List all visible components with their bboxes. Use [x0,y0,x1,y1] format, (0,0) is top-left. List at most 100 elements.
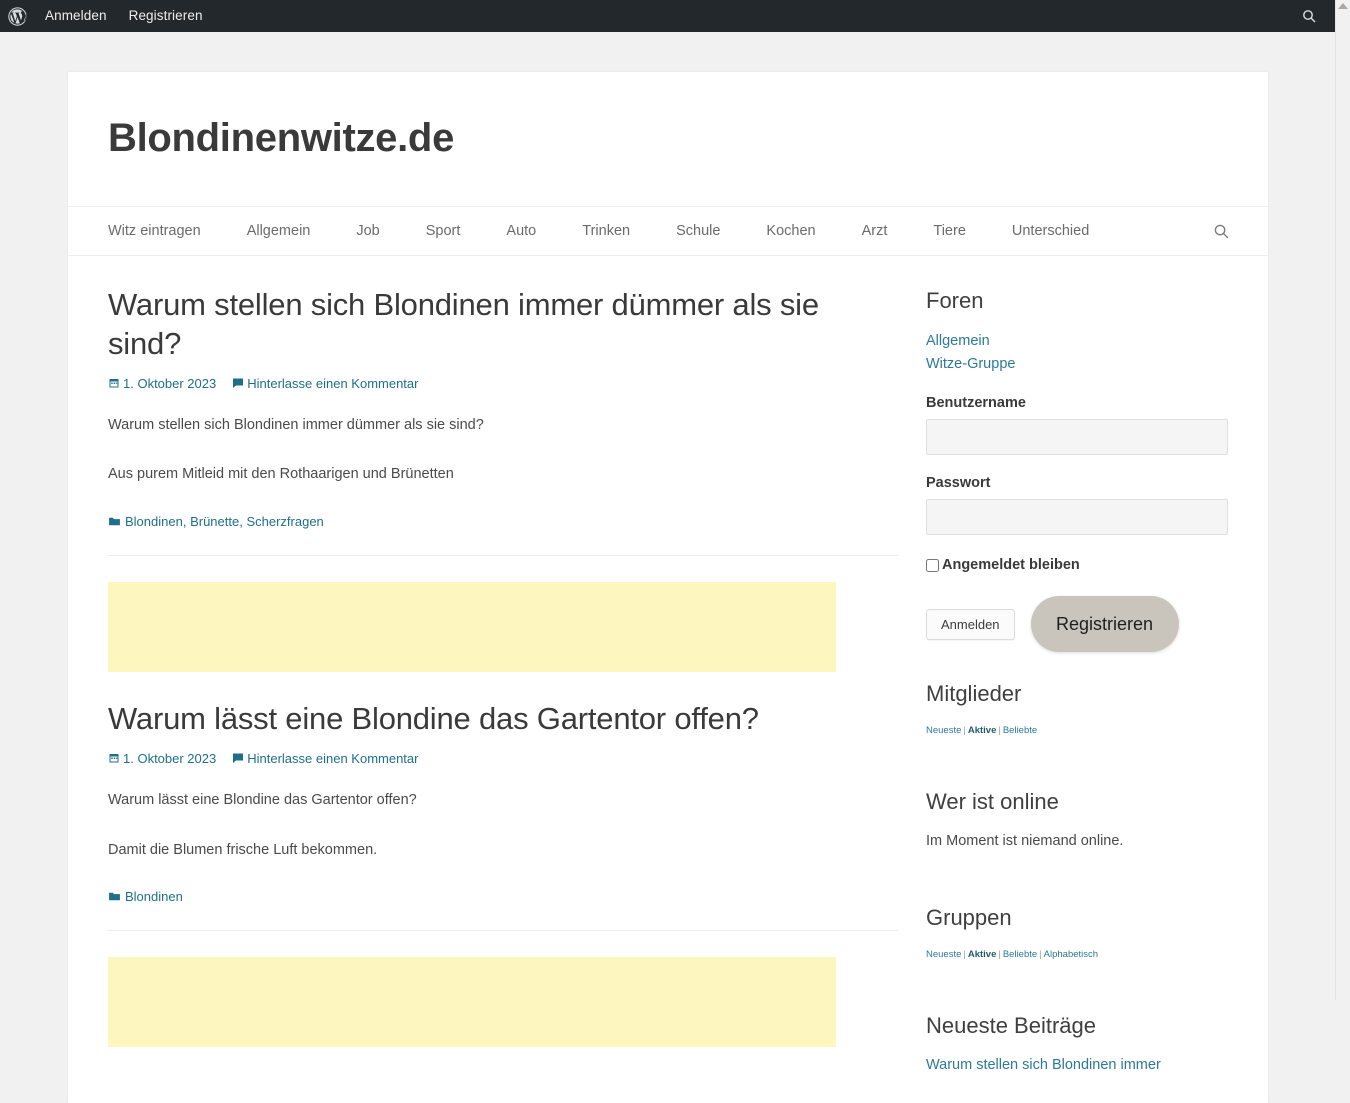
list-item: Witze-Gruppe [926,353,1228,375]
ad-placeholder-block[interactable] [108,582,836,672]
post-meta: 1. Oktober 2023 Hinterlasse einen Kommen… [108,751,898,766]
page-scrollbar[interactable] [1335,0,1350,1000]
separator: | [963,724,966,736]
post-footer: Blondinen [108,889,898,904]
post-divider [108,555,898,556]
post-date-text: 1. Oktober 2023 [123,375,217,391]
nav-item-allgemein[interactable]: Allgemein [224,223,334,239]
widget-wer-ist-online: Wer ist online Im Moment ist niemand onl… [926,789,1228,853]
list-item: Allgemein [926,330,1228,352]
nav-item-kochen[interactable]: Kochen [743,223,838,239]
groups-tabs: Neueste | Aktive | Beliebte | Alphabetisch [926,948,1228,961]
wordpress-logo-icon[interactable] [0,0,34,32]
search-icon[interactable] [1299,6,1319,26]
post-footer: Blondinen, Brünette, Scherzfragen [108,514,898,529]
username-input[interactable] [926,419,1228,456]
nav-item-sport[interactable]: Sport [403,223,484,239]
groups-tab-beliebte[interactable]: Beliebte [1003,949,1037,960]
comment-bubble-icon [232,752,244,764]
nav-item-auto[interactable]: Auto [483,223,559,239]
post-comment-link[interactable]: Hinterlasse einen Kommentar [232,376,418,391]
nav-item-witz-eintragen[interactable]: Witz eintragen [108,223,224,239]
members-tab-beliebte[interactable]: Beliebte [1003,725,1037,736]
post-date-text: 1. Oktober 2023 [123,750,217,766]
password-input[interactable] [926,499,1228,536]
groups-tab-aktive[interactable]: Aktive [968,949,997,960]
category-link-blondinen[interactable]: Blondinen [125,889,183,904]
post-paragraph: Aus purem Mitleid mit den Rothaarigen un… [108,466,454,483]
online-status-text: Im Moment ist niemand online. [926,833,1124,850]
nav-item-schule[interactable]: Schule [653,223,743,239]
site-content: Warum stellen sich Blondinen immer dümme… [68,256,1268,1103]
groups-tab-neueste[interactable]: Neueste [926,949,961,960]
post-body: Warum lässt eine Blondine das Gartentor … [108,790,898,862]
nav-item-unterschied[interactable]: Unterschied [989,223,1112,239]
remember-me-checkbox[interactable] [926,558,939,572]
adminbar-link-registrieren[interactable]: Registrieren [118,0,214,32]
post-article: Warum stellen sich Blondinen immer dümme… [108,286,898,529]
members-tabs: Neueste | Aktive | Beliebte [926,724,1228,737]
separator: | [998,724,1001,736]
login-buttons-row: Anmelden Registrieren [926,593,1228,655]
post-title[interactable]: Warum stellen sich Blondinen immer dümme… [108,286,898,364]
search-icon[interactable] [1210,220,1232,242]
widget-mitglieder: Mitglieder Neueste | Aktive | Beliebte [926,681,1228,737]
widget-gruppen: Gruppen Neueste | Aktive | Beliebte | Alphabet… [926,905,1228,961]
login-button[interactable]: Anmelden [926,608,1015,640]
category-link-bruenette[interactable]: Brünette [190,514,239,529]
site-title[interactable]: Blondinenwitze.de [108,116,1228,160]
calendar-icon [108,377,120,389]
forum-link-allgemein[interactable]: Allgemein [926,333,990,349]
post-divider [108,930,898,932]
nav-list: Witz eintragen Allgemein Job Sport Auto … [108,223,1112,239]
post-comment-text: Hinterlasse einen Kommentar [247,375,419,391]
remember-me-label[interactable]: Angemeldet bleiben [942,557,1080,573]
post-paragraph: Warum lässt eine Blondine das Gartentor … [108,791,417,808]
forum-link-witze-gruppe[interactable]: Witze-Gruppe [926,356,1015,372]
widget-foren: Foren Allgemein Witze-Gruppe Benutzernam… [926,288,1228,655]
post-paragraph: Warum stellen sich Blondinen immer dümme… [108,416,484,433]
post-date[interactable]: 1. Oktober 2023 [108,376,216,391]
wp-admin-bar: Anmelden Registrieren [0,0,1335,32]
category-link-scherzfragen[interactable]: Scherzfragen [246,514,323,529]
widget-title-wer-ist-online: Wer ist online [926,789,1059,815]
sidebar: Foren Allgemein Witze-Gruppe Benutzernam… [926,256,1228,1103]
recent-post-link[interactable]: Warum stellen sich Blondinen immer [926,1055,1228,1077]
post-date[interactable]: 1. Oktober 2023 [108,751,216,766]
category-link-blondinen[interactable]: Blondinen [125,514,183,529]
members-tab-neueste[interactable]: Neueste [926,725,961,736]
separator: | [998,948,1001,960]
nav-item-job[interactable]: Job [333,223,402,239]
post-comment-text: Hinterlasse einen Kommentar [247,750,419,766]
post-categories: Blondinen [125,889,183,904]
ad-placeholder-block[interactable] [108,957,836,1048]
widget-title-gruppen: Gruppen [926,905,1012,931]
remember-me-row: Angemeldet bleiben [926,557,1228,573]
members-tab-aktive[interactable]: Aktive [968,725,997,736]
folder-icon [108,515,121,528]
post-comment-link[interactable]: Hinterlasse einen Kommentar [232,751,418,766]
separator: | [963,948,966,960]
register-button[interactable]: Registrieren [1030,596,1179,653]
nav-item-tiere[interactable]: Tiere [910,223,989,239]
site-header: Blondinenwitze.de [68,72,1268,206]
adminbar-link-anmelden[interactable]: Anmelden [34,0,118,32]
folder-icon [108,890,121,903]
site-container: Blondinenwitze.de Witz eintragen Allgeme… [68,72,1268,1103]
password-label: Passwort [926,475,991,492]
post-title[interactable]: Warum lässt eine Blondine das Gartentor … [108,700,898,739]
groups-tab-alphabetisch[interactable]: Alphabetisch [1044,949,1098,960]
post-body: Warum stellen sich Blondinen immer dümme… [108,415,898,487]
nav-item-arzt[interactable]: Arzt [839,223,911,239]
forum-links-list: Allgemein Witze-Gruppe [926,330,1228,375]
adminbar-right-group [1299,6,1335,26]
comment-bubble-icon [232,377,244,389]
main-content: Warum stellen sich Blondinen immer dümme… [108,256,898,1103]
widget-title-mitglieder: Mitglieder [926,681,1022,707]
widget-neueste-beitraege: Neueste Beiträge Warum stellen sich Blon… [926,1013,1228,1077]
nav-item-trinken[interactable]: Trinken [559,223,653,239]
separator: | [1039,948,1042,960]
scroll-up-arrow-icon[interactable] [1338,3,1348,9]
